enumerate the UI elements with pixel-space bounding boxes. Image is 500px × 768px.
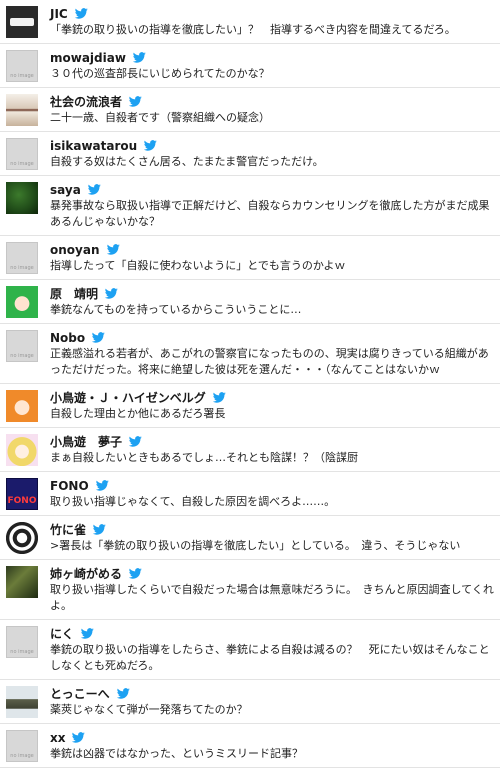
user-name[interactable]: mowajdiaw [50,51,126,65]
tweet-item: 竹に雀 >署長は「拳銃の取り扱いの指導を徹底したい」としている。 違う、そうじゃ… [0,516,500,560]
name-row: xx [50,729,494,746]
user-name[interactable]: saya [50,183,81,197]
avatar[interactable] [6,522,38,554]
twitter-bird-icon [144,140,157,151]
tweet-item: 原 靖明 拳銃なんてものを持っているからこういうことに… [0,280,500,324]
tweet-text: ３０代の巡査部長にいじめられてたのかな？ [50,67,270,80]
tweet-text: 取り扱い指導じゃなくて、自殺した原因を調べろよ……。 [50,495,336,508]
user-name[interactable]: 原 靖明 [50,285,98,302]
name-row: 姉ヶ崎がめる [50,565,494,582]
name-row: saya [50,181,494,198]
name-row: 小鳥遊・Ｊ・ハイゼンベルグ [50,389,494,406]
tweet-item: FONO 取り扱い指導じゃなくて、自殺した原因を調べろよ……。 [0,472,500,516]
tweet-text: 拳銃なんてものを持っているからこういうことに… [50,303,302,316]
tweet-item: JIC 「拳銃の取り扱いの指導を徹底したい」？ 指導するべき内容を間違えてるだろ… [0,0,500,44]
user-name[interactable]: isikawatarou [50,139,137,153]
name-row: onoyan [50,241,494,258]
avatar[interactable] [6,566,38,598]
user-name[interactable]: xx [50,731,65,745]
avatar[interactable] [6,686,38,718]
name-row: 小鳥遊 夢子 [50,433,494,450]
tweet-text: 「拳銃の取り扱いの指導を徹底したい」？ 指導するべき内容を間違えてるだろ。 [50,23,456,36]
tweet-item: にく 拳銃の取り扱いの指導をしたらさ、拳銃による自殺は減るの？ 死にたい奴はそん… [0,620,500,680]
tweet-text: 拳銃は凶器ではなかった、というミスリード記事？ [50,747,303,760]
tweet-item: saya 暴発事故なら取扱い指導で正解だけど、自殺ならカウンセリングを徹底した方… [0,176,500,236]
name-row: 竹に雀 [50,521,494,538]
tweet-item: とっこーへ 薬莢じゃなくて弾が一発落ちてたのか？ [0,680,500,724]
tweet-text: まぁ自殺したいときもあるでしょ…それとも陰謀！？（陰謀厨 [50,451,358,464]
twitter-bird-icon [116,688,130,699]
twitter-bird-icon [92,332,105,343]
tweet-text: 自殺した理由とか他にあるだろ署長 [50,407,226,420]
tweet-item: xx 拳銃は凶器ではなかった、というミスリード記事？ [0,724,500,768]
name-row: 社会の流浪者 [50,93,494,110]
name-row: FONO [50,477,494,494]
tweet-item: 小鳥遊・Ｊ・ハイゼンベルグ 自殺した理由とか他にあるだろ署長 [0,384,500,428]
twitter-bird-icon [106,244,120,255]
avatar[interactable] [6,286,38,318]
user-name[interactable]: JIC [50,7,68,21]
user-name[interactable]: にく [50,625,74,642]
name-row: とっこーへ [50,685,494,702]
twitter-bird-icon [93,524,106,535]
name-row: にく [50,625,494,642]
twitter-bird-icon [212,392,226,403]
tweet-item: onoyan 指導したって「自殺に使わないように」とでも言うのかよｗ [0,236,500,280]
name-row: mowajdiaw [50,49,494,66]
twitter-bird-icon [72,732,86,743]
user-name[interactable]: onoyan [50,243,100,257]
avatar[interactable] [6,6,38,38]
user-name[interactable]: 姉ヶ崎がめる [50,565,122,582]
avatar[interactable] [6,626,38,658]
name-row: Nobo [50,329,494,346]
user-name[interactable]: とっこーへ [50,685,110,702]
user-name[interactable]: 社会の流浪者 [50,93,122,110]
tweet-text: 拳銃の取り扱いの指導をしたらさ、拳銃による自殺は減るの？ 死にたい奴はそんなこと… [50,643,490,672]
name-row: 原 靖明 [50,285,494,302]
tweet-item: Nobo 正義感溢れる若者が、あこがれの警察官になったものの、現実は腐りきってい… [0,324,500,384]
tweet-text: 薬莢じゃなくて弾が一発落ちてたのか？ [50,703,248,716]
avatar[interactable] [6,330,38,362]
tweet-text: 正義感溢れる若者が、あこがれの警察官になったものの、現実は腐りきっている組織があ… [50,347,489,376]
twitter-bird-icon [80,628,94,639]
avatar[interactable] [6,434,38,466]
tweet-item: isikawatarou 自殺する奴はたくさん居る、たまたま警官だっただけ。 [0,132,500,176]
tweet-text: 二十一歳、自殺者です（警察組織への疑念） [50,111,270,124]
twitter-bird-icon [87,184,101,195]
avatar[interactable] [6,138,38,170]
twitter-bird-icon [129,568,142,579]
user-name[interactable]: 小鳥遊・Ｊ・ハイゼンベルグ [50,389,206,406]
avatar[interactable] [6,242,38,274]
tweet-item: 姉ヶ崎がめる 取り扱い指導したくらいで自殺だった場合は無意味だろうに。 きちんと… [0,560,500,620]
tweet-text: 暴発事故なら取扱い指導で正解だけど、自殺ならカウンセリングを徹底した方がまだ成果… [50,199,490,228]
tweet-text: 指導したって「自殺に使わないように」とでも言うのかよｗ [50,259,346,272]
twitter-bird-icon [74,8,88,19]
avatar[interactable] [6,478,38,510]
tweet-feed: JIC 「拳銃の取り扱いの指導を徹底したい」？ 指導するべき内容を間違えてるだろ… [0,0,500,768]
user-name[interactable]: 小鳥遊 夢子 [50,433,122,450]
avatar[interactable] [6,182,38,214]
twitter-bird-icon [132,52,146,63]
user-name[interactable]: FONO [50,479,89,493]
twitter-bird-icon [95,480,109,491]
avatar[interactable] [6,50,38,82]
avatar[interactable] [6,94,38,126]
tweet-text: >署長は「拳銃の取り扱いの指導を徹底したい」としている。 違う、そうじゃない [50,539,461,552]
name-row: isikawatarou [50,137,494,154]
tweet-item: 小鳥遊 夢子 まぁ自殺したいときもあるでしょ…それとも陰謀！？（陰謀厨 [0,428,500,472]
tweet-item: mowajdiaw ３０代の巡査部長にいじめられてたのかな？ [0,44,500,88]
user-name[interactable]: Nobo [50,331,85,345]
avatar[interactable] [6,390,38,422]
tweet-text: 取り扱い指導したくらいで自殺だった場合は無意味だろうに。 きちんと原因調査してく… [50,583,494,612]
twitter-bird-icon [129,96,142,107]
user-name[interactable]: 竹に雀 [50,521,86,538]
name-row: JIC [50,5,494,22]
tweet-item: 社会の流浪者 二十一歳、自殺者です（警察組織への疑念） [0,88,500,132]
twitter-bird-icon [129,436,142,447]
twitter-bird-icon [105,288,118,299]
tweet-text: 自殺する奴はたくさん居る、たまたま警官だっただけ。 [50,155,324,168]
avatar[interactable] [6,730,38,762]
